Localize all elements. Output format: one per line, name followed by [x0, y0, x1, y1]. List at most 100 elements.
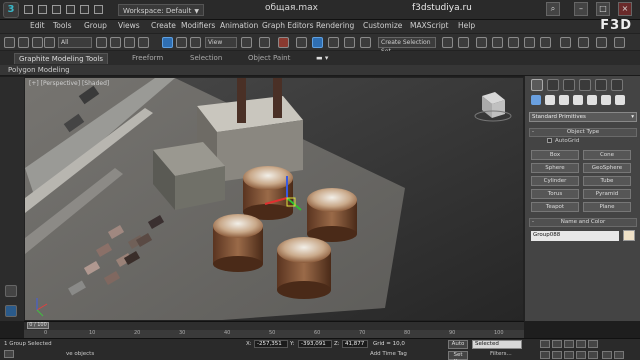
pan-icon[interactable]: [588, 351, 598, 359]
perspective-viewport[interactable]: [+] [Perspective] [Shaded]: [24, 77, 524, 321]
menu-graph-editors[interactable]: Graph Editors: [262, 21, 314, 30]
space-warps-icon[interactable]: [601, 95, 611, 105]
menu-create[interactable]: Create: [151, 21, 176, 30]
selection-filter-dropdown[interactable]: All: [58, 37, 92, 48]
menu-maxscript[interactable]: MAXScript: [410, 21, 449, 30]
prev-frame-icon[interactable]: [552, 340, 562, 348]
teapot-button[interactable]: Teapot: [531, 202, 579, 212]
tab-freeform[interactable]: Freeform: [128, 53, 167, 64]
cylinder-button[interactable]: Cylinder: [531, 176, 579, 186]
systems-icon[interactable]: [615, 95, 625, 105]
menu-tools[interactable]: Tools: [53, 21, 71, 30]
link-icon[interactable]: [32, 37, 43, 48]
plane-button[interactable]: Plane: [583, 202, 631, 212]
z-coordinate-field[interactable]: 41,877: [342, 340, 368, 348]
box-button[interactable]: Box: [531, 150, 579, 160]
render-production-icon[interactable]: [596, 37, 607, 48]
helpers-icon[interactable]: [587, 95, 597, 105]
tab-selection[interactable]: Selection: [186, 53, 226, 64]
utilities-tab-icon[interactable]: [611, 79, 623, 91]
unlink-icon[interactable]: [44, 37, 55, 48]
named-selection-dropdown[interactable]: Create Selection Set: [378, 37, 436, 55]
open-file-icon[interactable]: [38, 5, 47, 14]
autogrid-checkbox[interactable]: AutoGrid: [547, 138, 579, 144]
menu-edit[interactable]: Edit: [30, 21, 45, 30]
tab-graphite-modeling-tools[interactable]: Graphite Modeling Tools: [14, 53, 109, 64]
zoom-all-icon[interactable]: [552, 351, 562, 359]
set-key-button[interactable]: Set K...: [448, 351, 468, 360]
rendered-frame-icon[interactable]: [578, 37, 589, 48]
app-logo-icon[interactable]: 3: [3, 2, 19, 18]
polygon-modeling-label[interactable]: Polygon Modeling: [8, 66, 70, 74]
auto-key-button[interactable]: Auto: [448, 340, 468, 349]
viewport-config-icon[interactable]: [5, 305, 17, 317]
ribbon-options-icon[interactable]: ▬ ▾: [312, 53, 332, 64]
menu-views[interactable]: Views: [118, 21, 140, 30]
goto-start-icon[interactable]: [540, 340, 550, 348]
select-object-icon[interactable]: [96, 37, 107, 48]
undo-icon[interactable]: [66, 5, 75, 14]
snaps-toggle-icon[interactable]: [296, 37, 307, 48]
save-file-icon[interactable]: [52, 5, 61, 14]
object-type-rollout[interactable]: - Object Type: [529, 128, 637, 137]
tab-object-paint[interactable]: Object Paint: [244, 53, 294, 64]
mirror-icon[interactable]: [442, 37, 453, 48]
cone-button[interactable]: Cone: [583, 150, 631, 160]
percent-snap-icon[interactable]: [328, 37, 339, 48]
name-and-color-rollout[interactable]: - Name and Color: [529, 218, 637, 227]
sphere-button[interactable]: Sphere: [531, 163, 579, 173]
pyramid-button[interactable]: Pyramid: [583, 189, 631, 199]
select-by-name-icon[interactable]: [110, 37, 121, 48]
reference-coordinate-dropdown[interactable]: View: [205, 37, 237, 48]
add-time-tag-button[interactable]: Add Time Tag: [370, 351, 407, 357]
create-tab-icon[interactable]: [531, 79, 543, 91]
viewport-layout-icon[interactable]: [5, 285, 17, 297]
redo-tool-icon[interactable]: [18, 37, 29, 48]
orbit-icon[interactable]: [602, 351, 612, 359]
zoom-icon[interactable]: [540, 351, 550, 359]
cameras-icon[interactable]: [573, 95, 583, 105]
workspace-dropdown[interactable]: Workspace: Default ▼: [118, 4, 205, 16]
display-tab-icon[interactable]: [595, 79, 607, 91]
y-coordinate-field[interactable]: -393,091: [298, 340, 332, 348]
goto-end-icon[interactable]: [588, 340, 598, 348]
rotate-icon[interactable]: [176, 37, 187, 48]
help-search-icon[interactable]: ⌕: [546, 2, 560, 16]
lights-icon[interactable]: [559, 95, 569, 105]
shapes-icon[interactable]: [545, 95, 555, 105]
maximize-button[interactable]: □: [596, 2, 610, 16]
spinner-snap-icon[interactable]: [344, 37, 355, 48]
geometry-icon[interactable]: [531, 95, 541, 105]
layer-manager-icon[interactable]: [476, 37, 487, 48]
menu-rendering[interactable]: Rendering: [316, 21, 354, 30]
menu-animation[interactable]: Animation: [220, 21, 258, 30]
object-color-swatch[interactable]: [623, 230, 635, 241]
primitive-category-dropdown[interactable]: Standard Primitives ▾: [529, 112, 637, 122]
window-crossing-icon[interactable]: [138, 37, 149, 48]
menu-customize[interactable]: Customize: [363, 21, 402, 30]
schematic-view-icon[interactable]: [524, 37, 535, 48]
edit-named-sel-icon[interactable]: [360, 37, 371, 48]
angle-snap-icon[interactable]: [312, 37, 323, 48]
menu-group[interactable]: Group: [84, 21, 107, 30]
render-iterative-icon[interactable]: [614, 37, 625, 48]
play-icon[interactable]: [564, 340, 574, 348]
graphite-toggle-icon[interactable]: [492, 37, 503, 48]
move-icon[interactable]: [162, 37, 173, 48]
material-editor-icon[interactable]: [540, 37, 551, 48]
project-folder-icon[interactable]: [94, 5, 103, 14]
hierarchy-tab-icon[interactable]: [563, 79, 575, 91]
new-file-icon[interactable]: [24, 5, 33, 14]
time-slider[interactable]: [24, 321, 524, 330]
minimize-button[interactable]: –: [574, 2, 588, 16]
scale-icon[interactable]: [190, 37, 201, 48]
tube-button[interactable]: Tube: [583, 176, 631, 186]
menu-help[interactable]: Help: [458, 21, 475, 30]
next-frame-icon[interactable]: [576, 340, 586, 348]
menu-modifiers[interactable]: Modifiers: [181, 21, 215, 30]
render-setup-icon[interactable]: [560, 37, 571, 48]
zoom-extents-icon[interactable]: [564, 351, 574, 359]
key-filter-dropdown[interactable]: Selected: [472, 340, 522, 349]
key-filters-button[interactable]: Filters...: [490, 351, 512, 357]
motion-tab-icon[interactable]: [579, 79, 591, 91]
